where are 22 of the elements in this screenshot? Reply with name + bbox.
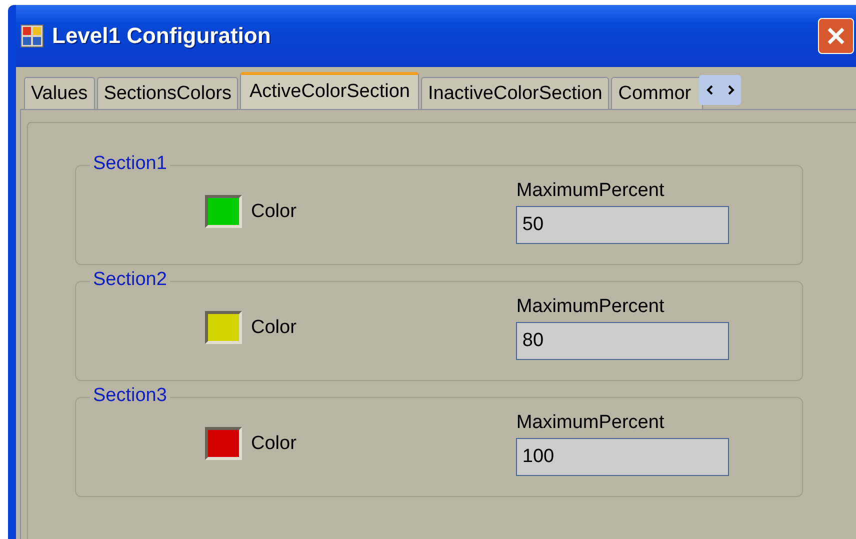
close-button[interactable] (818, 18, 854, 54)
tab[interactable]: SectionsColors (96, 77, 238, 109)
color-label: Color (251, 316, 296, 338)
field-label: MaximumPercent (516, 180, 666, 202)
app-icon (20, 24, 44, 48)
color-swatch[interactable] (205, 311, 242, 344)
tab-scroll-buttons[interactable] (699, 75, 742, 105)
field-label: MaximumPercent (516, 296, 666, 318)
maximum-percent-field[interactable]: 100 (516, 438, 730, 476)
color-swatch[interactable] (205, 427, 242, 460)
maximum-percent-field[interactable]: 50 (516, 206, 730, 244)
close-icon (826, 26, 846, 46)
field-label: MaximumPercent (516, 412, 666, 434)
tab[interactable]: Commor (611, 77, 704, 109)
maximum-percent-field[interactable]: 80 (516, 322, 730, 360)
tab[interactable]: InactiveColorSection (421, 77, 610, 109)
tab[interactable]: ActiveColorSection (240, 72, 419, 109)
color-label: Color (251, 200, 296, 222)
tab[interactable]: Values (24, 77, 95, 109)
window-title: Level1 Configuration (52, 23, 272, 49)
color-swatch[interactable] (205, 195, 242, 228)
color-label: Color (251, 432, 296, 454)
